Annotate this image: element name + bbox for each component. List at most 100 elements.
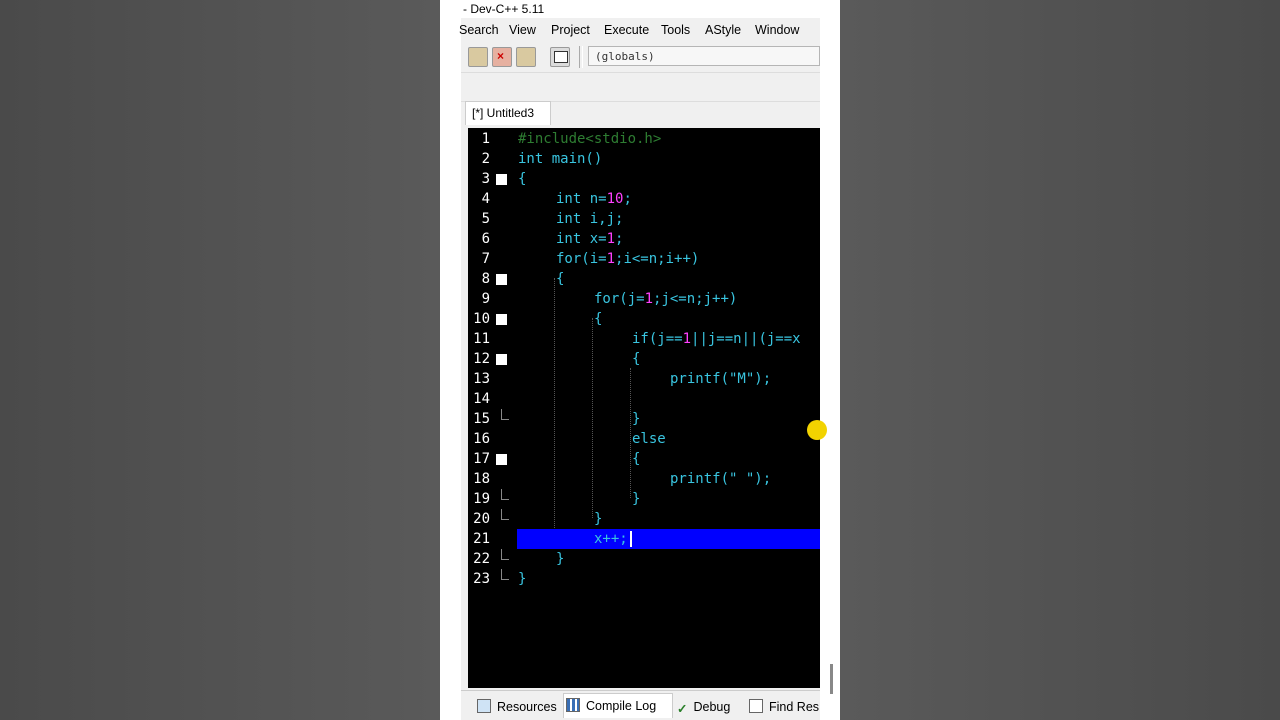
code-line[interactable]: 21 x++; [468,529,820,549]
line-number: 23 [473,571,490,587]
code-text: { [594,311,603,327]
line-number: 4 [481,191,490,207]
line-number: 19 [473,491,490,507]
save-all-icon[interactable] [468,47,488,67]
dev-cpp-window: - Dev-C++ 5.11 Search View Project Execu… [440,0,840,720]
code-text: else [632,431,666,447]
resources-icon [477,699,491,713]
tab-compile-log[interactable]: Compile Log [563,693,673,718]
close-all-icon[interactable] [516,47,536,67]
print-icon[interactable] [550,47,570,67]
line-number: 22 [473,551,490,567]
menu-bar: Search View Project Execute Tools AStyle… [459,20,820,42]
fold-end-icon [501,489,509,500]
title-bar: - Dev-C++ 5.11 [461,0,820,18]
line-number: 15 [473,411,490,427]
secondary-toolbar [461,72,820,102]
line-number: 8 [481,271,490,287]
find-icon [749,699,763,713]
fold-end-icon [501,549,509,560]
code-line[interactable]: 12 { [468,349,820,369]
code-text: } [632,491,641,507]
code-text: if(j==1||j==n||(j==x [632,331,801,347]
code-line[interactable]: 9 for(j=1;j<=n;j++) [468,289,820,309]
debug-check-icon: ✓ [677,702,688,716]
line-number: 18 [473,471,490,487]
code-line[interactable]: 4 int n=10; [468,189,820,209]
code-line[interactable]: 23} [468,569,820,589]
text-caret [630,531,632,547]
code-line[interactable]: 6 int x=1; [468,229,820,249]
code-editor[interactable]: 1 #include<stdio.h> 2 int main() 3{ 4 int n=10… [468,128,820,688]
line-number: 6 [481,231,490,247]
line-number: 11 [473,331,490,347]
menu-window[interactable]: Window [755,23,799,37]
code-text: int n=10; [556,191,632,207]
code-text: } [518,571,527,587]
scope-selector[interactable]: (globals) [588,46,820,66]
code-line[interactable]: 22} [468,549,820,569]
code-line[interactable]: 3{ [468,169,820,189]
code-line[interactable]: 13 printf("M"); [468,369,820,389]
selection-highlight [517,529,820,549]
code-text: { [632,351,641,367]
code-text: } [632,411,641,427]
line-number: 5 [481,211,490,227]
code-line[interactable]: 20} [468,509,820,529]
fold-marker-icon[interactable] [496,454,507,465]
mouse-cursor-highlight [807,420,827,440]
code-text: int i,j; [556,211,624,227]
fold-end-icon [501,409,509,420]
line-number: 12 [473,351,490,367]
compile-log-icon [566,698,580,712]
line-number: 16 [473,431,490,447]
code-line[interactable]: 19} [468,489,820,509]
fold-end-icon [501,509,509,520]
menu-astyle[interactable]: AStyle [705,23,741,37]
window-title: - Dev-C++ 5.11 [463,2,545,16]
toolbar-separator [579,46,583,68]
menu-project[interactable]: Project [551,23,590,37]
tab-debug[interactable]: ✓ Debug [675,695,730,719]
ide-frame: - Dev-C++ 5.11 Search View Project Execu… [459,0,820,720]
code-line[interactable]: 7 for(i=1;i<=n;i++) [468,249,820,269]
tab-resources[interactable]: Resources [475,695,557,719]
code-text: { [518,171,527,187]
code-text: { [556,271,565,287]
line-number: 21 [473,531,490,547]
scrollbar-thumb[interactable] [830,664,833,694]
close-file-icon[interactable]: × [492,47,512,67]
line-number: 2 [481,151,490,167]
code-text: x++; [594,531,628,547]
fold-marker-icon[interactable] [496,314,507,325]
code-line[interactable]: 2 int main() [468,149,820,169]
line-number: 7 [481,251,490,267]
code-line[interactable]: 11 if(j==1||j==n||(j==x [468,329,820,349]
line-number: 20 [473,511,490,527]
code-line[interactable]: 16 else [468,429,820,449]
code-text: } [594,511,603,527]
line-number: 9 [481,291,490,307]
menu-tools[interactable]: Tools [661,23,690,37]
fold-marker-icon[interactable] [496,174,507,185]
code-text: #include<stdio.h> [518,131,662,147]
code-text: printf("M"); [670,371,772,387]
menu-search[interactable]: Search [459,23,499,37]
bottom-panel-tabs: Resources Compile Log ✓ Debug Find Res [461,690,820,720]
fold-marker-icon[interactable] [496,354,507,365]
code-line[interactable]: 10 { [468,309,820,329]
fold-marker-icon[interactable] [496,274,507,285]
tab-find-results[interactable]: Find Res [747,695,819,719]
code-line[interactable]: 5 int i,j; [468,209,820,229]
code-text: printf(" "); [670,471,772,487]
code-line[interactable]: 14 [468,389,820,409]
menu-execute[interactable]: Execute [604,23,649,37]
code-line[interactable]: 8{ [468,269,820,289]
code-line[interactable]: 15} [468,409,820,429]
background-right [840,0,1280,720]
code-line[interactable]: 18 printf(" "); [468,469,820,489]
code-line[interactable]: 17 { [468,449,820,469]
code-line[interactable]: 1 #include<stdio.h> [468,129,820,149]
tab-untitled3[interactable]: [*] Untitled3 [465,101,551,125]
menu-view[interactable]: View [509,23,536,37]
